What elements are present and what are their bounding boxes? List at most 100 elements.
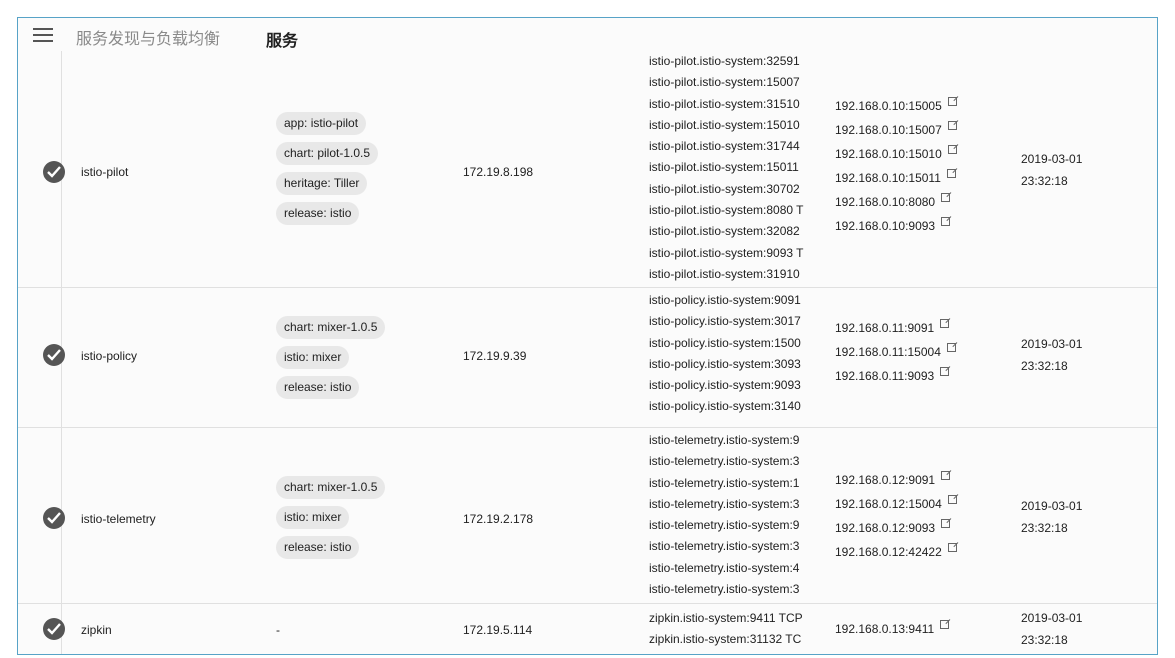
- internal-endpoint: istio-pilot.istio-system:15010: [649, 117, 800, 132]
- app-frame: 服务发现与负载均衡 服务 istio-pilot app: istio-pilo…: [17, 17, 1158, 655]
- table-row[interactable]: zipkin - 172.19.5.114 zipkin.istio-syste…: [18, 604, 1157, 654]
- status-ok-icon: [43, 161, 65, 183]
- created-time: 2019-03-01 23:32:18: [1021, 149, 1082, 192]
- table-row[interactable]: istio-pilot app: istio-pilot chart: pilo…: [18, 51, 1157, 288]
- open-in-new-icon: [947, 97, 957, 106]
- internal-endpoint: istio-pilot.istio-system:9093 T: [649, 245, 804, 260]
- internal-endpoint: istio-pilot.istio-system:31744: [649, 139, 800, 154]
- service-name-link[interactable]: istio-telemetry: [81, 512, 156, 526]
- open-in-new-icon: [941, 217, 951, 226]
- external-endpoint-link[interactable]: 192.168.0.10:15005: [835, 94, 957, 118]
- created-clock: 23:32:18: [1021, 173, 1068, 188]
- external-endpoint-link[interactable]: 192.168.0.10:15011: [835, 166, 957, 190]
- open-in-new-icon: [941, 193, 951, 202]
- breadcrumb-parent[interactable]: 服务发现与负载均衡: [76, 25, 220, 49]
- internal-endpoint: istio-telemetry.istio-system:3: [649, 496, 800, 511]
- external-endpoint-link[interactable]: 192.168.0.10:15010: [835, 142, 957, 166]
- internal-endpoints: istio-pilot.istio-system:32591 istio-pil…: [649, 51, 821, 285]
- internal-endpoint: istio-policy.istio-system:9093: [649, 378, 801, 393]
- external-endpoint-link[interactable]: 192.168.0.11:15004: [835, 340, 956, 364]
- external-endpoint-link[interactable]: 192.168.0.13:9411: [835, 617, 950, 641]
- created-time: 2019-03-01 23:32:18: [1021, 496, 1082, 539]
- cluster-ip: 172.19.8.198: [463, 165, 534, 179]
- created-clock: 23:32:18: [1021, 632, 1068, 647]
- created-clock: 23:32:18: [1021, 520, 1068, 535]
- table-row[interactable]: istio-telemetry chart: mixer-1.0.5 istio…: [18, 428, 1157, 604]
- external-endpoint-link[interactable]: 192.168.0.11:9093: [835, 364, 956, 388]
- cluster-ip: 172.19.2.178: [463, 512, 534, 526]
- open-in-new-icon: [940, 367, 950, 376]
- label-chip: chart: mixer-1.0.5: [276, 316, 386, 339]
- internal-endpoint: istio-pilot.istio-system:32082: [649, 224, 800, 239]
- internal-endpoint: istio-telemetry.istio-system:3: [649, 582, 800, 597]
- external-endpoint-link[interactable]: 192.168.0.10:9093: [835, 214, 957, 238]
- label-chip: app: istio-pilot: [276, 112, 367, 135]
- label-chip: chart: pilot-1.0.5: [276, 142, 379, 165]
- internal-endpoint: istio-pilot.istio-system:30702: [649, 181, 800, 196]
- label-chip: release: istio: [276, 376, 360, 399]
- open-in-new-icon: [940, 319, 950, 328]
- internal-endpoints: istio-telemetry.istio-system:9 istio-tel…: [649, 430, 821, 600]
- external-endpoint-link[interactable]: 192.168.0.12:15004: [835, 492, 957, 516]
- label-chip: release: istio: [276, 536, 360, 559]
- external-endpoints: 192.168.0.11:9091 192.168.0.11:15004 192…: [835, 316, 956, 388]
- external-endpoints: 192.168.0.12:9091 192.168.0.12:15004 192…: [835, 468, 957, 564]
- open-in-new-icon: [947, 121, 957, 130]
- label-chips: app: istio-pilot chart: pilot-1.0.5 heri…: [276, 112, 379, 232]
- created-date: 2019-03-01: [1021, 499, 1083, 513]
- label-chip: chart: mixer-1.0.5: [276, 476, 386, 499]
- cluster-ip: 172.19.5.114: [463, 623, 533, 637]
- created-date: 2019-03-01: [1021, 152, 1083, 166]
- internal-endpoint: istio-telemetry.istio-system:3: [649, 454, 800, 469]
- status-ok-icon: [43, 507, 65, 529]
- external-endpoints: 192.168.0.13:9411: [835, 617, 950, 641]
- internal-endpoint: istio-pilot.istio-system:31910: [649, 266, 800, 281]
- external-endpoints: 192.168.0.10:15005 192.168.0.10:15007 19…: [835, 94, 957, 238]
- service-name-link[interactable]: zipkin: [81, 623, 112, 637]
- internal-endpoint: istio-telemetry.istio-system:4: [649, 560, 800, 575]
- page-title: 服务: [266, 33, 299, 50]
- internal-endpoint: istio-pilot.istio-system:31510: [649, 96, 800, 111]
- service-name-link[interactable]: istio-pilot: [81, 165, 128, 179]
- external-endpoint-link[interactable]: 192.168.0.12:9091: [835, 468, 957, 492]
- internal-endpoint: istio-policy.istio-system:3093: [649, 356, 801, 371]
- top-bar: 服务发现与负载均衡 服务: [18, 18, 1157, 51]
- table-row[interactable]: istio-policy chart: mixer-1.0.5 istio: m…: [18, 288, 1157, 428]
- internal-endpoint: istio-policy.istio-system:9091: [649, 293, 801, 307]
- service-name-link[interactable]: istio-policy: [81, 349, 137, 363]
- open-in-new-icon: [940, 620, 950, 629]
- label-chip: istio: mixer: [276, 346, 350, 369]
- created-time: 2019-03-01 23:32:18: [1021, 334, 1082, 377]
- internal-endpoints: zipkin.istio-system:9411 TCP zipkin.isti…: [649, 608, 821, 651]
- external-endpoint-link[interactable]: 192.168.0.10:15007: [835, 118, 957, 142]
- internal-endpoint: istio-telemetry.istio-system:9: [649, 433, 800, 447]
- status-ok-icon: [43, 618, 65, 640]
- created-time: 2019-03-01 23:32:18: [1021, 608, 1082, 651]
- internal-endpoint: zipkin.istio-system:31132 TC: [649, 632, 802, 647]
- open-in-new-icon: [941, 519, 951, 528]
- external-endpoint-link[interactable]: 192.168.0.10:8080: [835, 190, 957, 214]
- label-empty: -: [276, 623, 280, 637]
- internal-endpoints: istio-policy.istio-system:9091 istio-pol…: [649, 290, 821, 418]
- internal-endpoint: istio-pilot.istio-system:15011: [649, 160, 799, 175]
- internal-endpoint: istio-policy.istio-system:1500: [649, 335, 801, 350]
- created-clock: 23:32:18: [1021, 358, 1068, 373]
- open-in-new-icon: [946, 343, 956, 352]
- created-date: 2019-03-01: [1021, 611, 1083, 625]
- internal-endpoint: zipkin.istio-system:9411 TCP: [649, 611, 803, 625]
- label-chips: chart: mixer-1.0.5 istio: mixer release:…: [276, 316, 386, 406]
- open-in-new-icon: [946, 169, 956, 178]
- hamburger-menu-icon[interactable]: [33, 28, 53, 42]
- internal-endpoint: istio-policy.istio-system:3140: [649, 399, 801, 414]
- internal-endpoint: istio-policy.istio-system:3017: [649, 314, 801, 329]
- internal-endpoint: istio-pilot.istio-system:32591: [649, 54, 800, 68]
- label-chip: istio: mixer: [276, 506, 350, 529]
- internal-endpoint: istio-pilot.istio-system:8080 T: [649, 203, 804, 218]
- open-in-new-icon: [941, 471, 951, 480]
- external-endpoint-link[interactable]: 192.168.0.12:42422: [835, 540, 957, 564]
- external-endpoint-link[interactable]: 192.168.0.11:9091: [835, 316, 956, 340]
- external-endpoint-link[interactable]: 192.168.0.12:9093: [835, 516, 957, 540]
- internal-endpoint: istio-telemetry.istio-system:9: [649, 518, 800, 533]
- open-in-new-icon: [947, 543, 957, 552]
- cluster-ip: 172.19.9.39: [463, 349, 527, 363]
